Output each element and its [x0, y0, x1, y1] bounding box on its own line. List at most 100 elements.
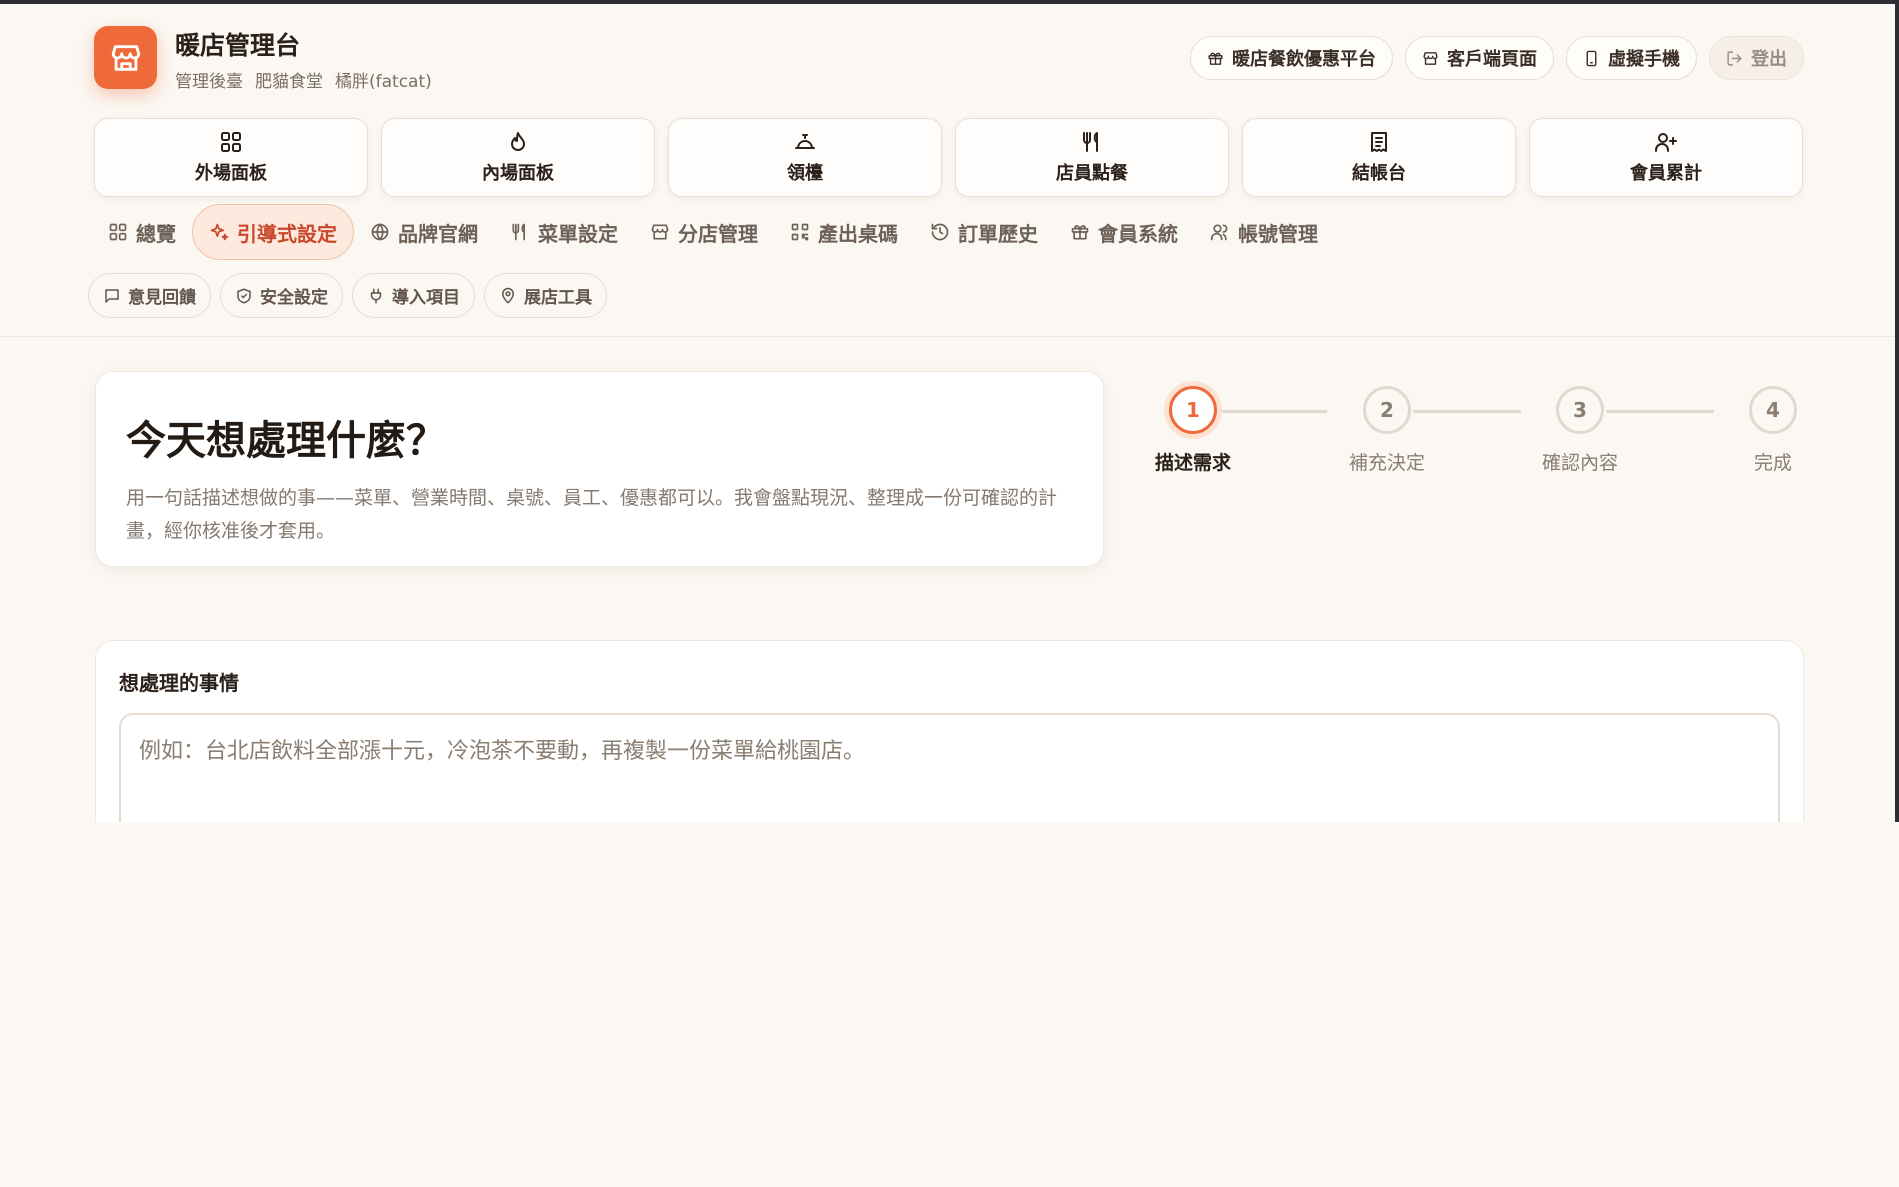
intro-card: 今天想處理什麼？ 用一句話描述想做的事——菜單、營業時間、桌號、員工、優惠都可以…: [95, 371, 1104, 567]
gift-icon: [1207, 50, 1224, 67]
logout-icon: [1726, 50, 1743, 67]
nav-label: 品牌官網: [398, 221, 478, 246]
sparkle-icon: [209, 222, 229, 242]
shield-icon: [235, 287, 253, 305]
panel-label: 會員累計: [1630, 163, 1702, 184]
grid-icon: [219, 130, 243, 154]
nav-label: 帳號管理: [1238, 221, 1318, 246]
nav-label: 訂單歷史: [958, 221, 1038, 246]
nav-guided-setup[interactable]: 引導式設定: [192, 204, 354, 260]
top-actions: 暖店餐飲優惠平台 客戶端頁面 虛擬手機 登出: [1190, 36, 1804, 80]
panel-row: 外場面板 內場面板 領檯 店員點餐 結帳台 會員累計: [94, 118, 1803, 197]
step-number: 1: [1169, 386, 1217, 434]
nav-brand-site[interactable]: 品牌官網: [354, 204, 494, 260]
customer-page-button[interactable]: 客戶端頁面: [1405, 36, 1554, 80]
step-number: 2: [1363, 386, 1411, 434]
virtual-phone-button[interactable]: 虛擬手機: [1566, 36, 1697, 80]
request-form-card: 想處理的事情: [95, 640, 1804, 822]
phone-icon: [1583, 50, 1600, 67]
nav-label: 菜單設定: [538, 221, 618, 246]
store-icon: [1422, 50, 1439, 67]
tag-feedback[interactable]: 意見回饋: [88, 273, 211, 318]
step-number: 4: [1749, 386, 1797, 434]
request-textarea[interactable]: [119, 713, 1780, 822]
tag-expansion-tools[interactable]: 展店工具: [484, 273, 607, 318]
panel-staff-order[interactable]: 店員點餐: [955, 118, 1229, 197]
globe-icon: [370, 222, 390, 242]
nav-label: 分店管理: [678, 221, 758, 246]
request-field-label: 想處理的事情: [119, 671, 239, 695]
intro-heading: 今天想處理什麼？: [126, 418, 446, 464]
storefront-icon: [109, 41, 143, 75]
panel-label: 外場面板: [195, 163, 267, 184]
nav-label: 會員系統: [1098, 221, 1178, 246]
nav-label: 產出桌碼: [818, 221, 898, 246]
store-icon: [650, 222, 670, 242]
customer-page-label: 客戶端頁面: [1447, 49, 1537, 70]
grid-icon: [108, 222, 128, 242]
main-nav: 總覽 引導式設定 品牌官網 菜單設定 分店管理 產出桌碼 訂單歷史 會員系統 帳…: [94, 204, 1334, 260]
tag-import[interactable]: 導入項目: [352, 273, 475, 318]
step-number: 3: [1556, 386, 1604, 434]
panel-host[interactable]: 領檯: [668, 118, 942, 197]
step-1: 1 描述需求: [1143, 386, 1243, 475]
step-label: 完成: [1753, 452, 1792, 474]
panel-label: 結帳台: [1352, 163, 1406, 184]
receipt-icon: [1367, 130, 1391, 154]
flame-icon: [506, 130, 530, 154]
promo-platform-label: 暖店餐飲優惠平台: [1232, 49, 1376, 70]
promo-platform-button[interactable]: 暖店餐飲優惠平台: [1190, 36, 1393, 80]
gift-icon: [1070, 222, 1090, 242]
plug-icon: [367, 287, 385, 305]
subline-store: 肥貓食堂: [255, 72, 323, 92]
progress-stepper: 1 描述需求 2 補充決定 3 確認內容 4 完成: [1133, 386, 1797, 476]
nav-menu-settings[interactable]: 菜單設定: [494, 204, 634, 260]
step-label: 確認內容: [1541, 452, 1618, 474]
history-icon: [930, 222, 950, 242]
bell-icon: [793, 130, 817, 154]
nav-table-codes[interactable]: 產出桌碼: [774, 204, 914, 260]
panel-kitchen[interactable]: 內場面板: [381, 118, 655, 197]
tag-label: 導入項目: [392, 288, 460, 308]
secondary-nav: 意見回饋 安全設定 導入項目 展店工具: [88, 273, 607, 318]
logout-button[interactable]: 登出: [1709, 36, 1804, 80]
panel-label: 內場面板: [482, 163, 554, 184]
map-pin-icon: [499, 287, 517, 305]
qrcode-icon: [790, 222, 810, 242]
step-label: 描述需求: [1154, 452, 1231, 474]
tag-label: 意見回饋: [128, 288, 196, 308]
intro-description: 用一句話描述想做的事——菜單、營業時間、桌號、員工、優惠都可以。我會盤點現況、整…: [126, 487, 1058, 542]
nav-member-system[interactable]: 會員系統: [1054, 204, 1194, 260]
message-icon: [103, 287, 121, 305]
panel-label: 店員點餐: [1056, 163, 1128, 184]
step-3: 3 確認內容: [1530, 386, 1630, 475]
nav-branch-management[interactable]: 分店管理: [634, 204, 774, 260]
virtual-phone-label: 虛擬手機: [1608, 49, 1680, 70]
users-icon: [1210, 222, 1230, 242]
panel-label: 領檯: [787, 163, 823, 184]
user-plus-icon: [1654, 130, 1678, 154]
subline-user: 橘胖(fatcat): [335, 72, 432, 92]
nav-overview[interactable]: 總覽: [94, 204, 192, 260]
step-label: 補充決定: [1348, 452, 1425, 474]
tag-label: 安全設定: [260, 288, 328, 308]
logout-label: 登出: [1751, 49, 1787, 70]
step-2: 2 補充決定: [1337, 386, 1437, 475]
app-title: 暖店管理台: [175, 31, 301, 60]
nav-order-history[interactable]: 訂單歷史: [914, 204, 1054, 260]
window-right-edge: [1895, 4, 1899, 822]
step-4: 4 完成: [1723, 386, 1823, 475]
nav-label: 引導式設定: [237, 221, 337, 246]
utensils-icon: [510, 222, 530, 242]
tag-security[interactable]: 安全設定: [220, 273, 343, 318]
header-subline: 管理後臺 肥貓食堂 橘胖(fatcat): [175, 67, 432, 92]
panel-front-of-house[interactable]: 外場面板: [94, 118, 368, 197]
utensils-icon: [1080, 130, 1104, 154]
subline-section: 管理後臺: [175, 72, 243, 92]
panel-checkout[interactable]: 結帳台: [1242, 118, 1516, 197]
app-logo[interactable]: [94, 26, 157, 89]
nav-account-management[interactable]: 帳號管理: [1194, 204, 1334, 260]
nav-label: 總覽: [136, 221, 176, 246]
panel-member-points[interactable]: 會員累計: [1529, 118, 1803, 197]
tag-label: 展店工具: [524, 288, 592, 308]
